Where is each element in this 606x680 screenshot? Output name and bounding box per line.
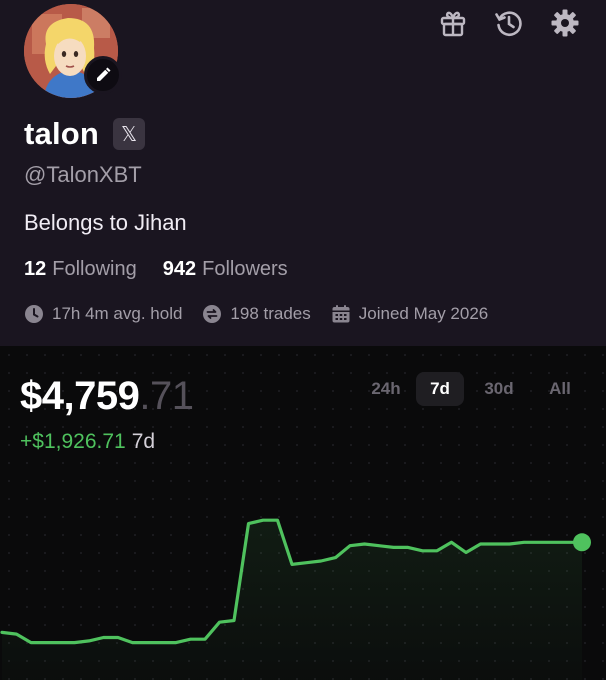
following-label: Following [52, 258, 137, 280]
trading-stats: 17h 4m avg. hold 198 trades Joined May 2… [24, 304, 488, 324]
gift-button[interactable] [436, 6, 470, 40]
swap-icon [203, 305, 222, 323]
balance-main: $4,759 [20, 374, 140, 418]
portfolio-panel: $4,759.71 +$1,926.71 7d 24h 7d 30d All [0, 346, 606, 680]
time-range-selector: 24h 7d 30d All [362, 372, 586, 406]
trades-text: 198 trades [230, 304, 311, 323]
current-value-dot[interactable] [573, 533, 591, 552]
edit-avatar-button[interactable] [84, 56, 122, 94]
balance-change: +$1,926.71 7d [20, 430, 155, 454]
history-button[interactable] [492, 6, 526, 40]
change-amount: +$1,926.71 [20, 430, 126, 453]
portfolio-balance: $4,759.71 [20, 374, 194, 419]
bio: Belongs to Jihan [24, 210, 187, 235]
range-all-button[interactable]: All [534, 372, 586, 406]
follow-stats: 12 Following 942 Followers [24, 258, 288, 281]
name-row: talon 𝕏 [24, 116, 146, 152]
balance-cents: .71 [139, 374, 194, 418]
joined-text: Joined May 2026 [358, 304, 489, 323]
followers-link[interactable]: 942 Followers [163, 258, 288, 281]
range-7d-button[interactable]: 7d [416, 372, 464, 406]
settings-button[interactable] [548, 6, 582, 40]
balance-chart [0, 518, 591, 680]
avg-hold-stat: 17h 4m avg. hold [24, 304, 182, 324]
user-handle: @TalonXBT [24, 162, 142, 187]
joined-stat: Joined May 2026 [331, 304, 488, 324]
following-count: 12 [24, 258, 47, 280]
top-actions [436, 6, 582, 40]
followers-count: 942 [162, 258, 197, 280]
x-link-button[interactable]: 𝕏 [113, 118, 146, 150]
change-period: 7d [131, 430, 156, 453]
pencil-icon [97, 67, 111, 81]
range-30d-button[interactable]: 30d [470, 372, 528, 406]
range-24h-button[interactable]: 24h [362, 372, 410, 406]
gift-icon [440, 11, 466, 37]
trades-stat: 198 trades [202, 304, 311, 324]
display-name: talon [24, 116, 100, 151]
profile-header: talon 𝕏 @TalonXBT Belongs to Jihan 12 Fol… [0, 0, 606, 346]
calendar-icon [332, 305, 350, 323]
following-link[interactable]: 12 Following [24, 258, 137, 281]
followers-label: Followers [202, 258, 288, 280]
gear-icon [551, 9, 579, 37]
avg-hold-text: 17h 4m avg. hold [52, 304, 183, 323]
clock-icon [25, 305, 43, 323]
history-icon [495, 11, 522, 37]
